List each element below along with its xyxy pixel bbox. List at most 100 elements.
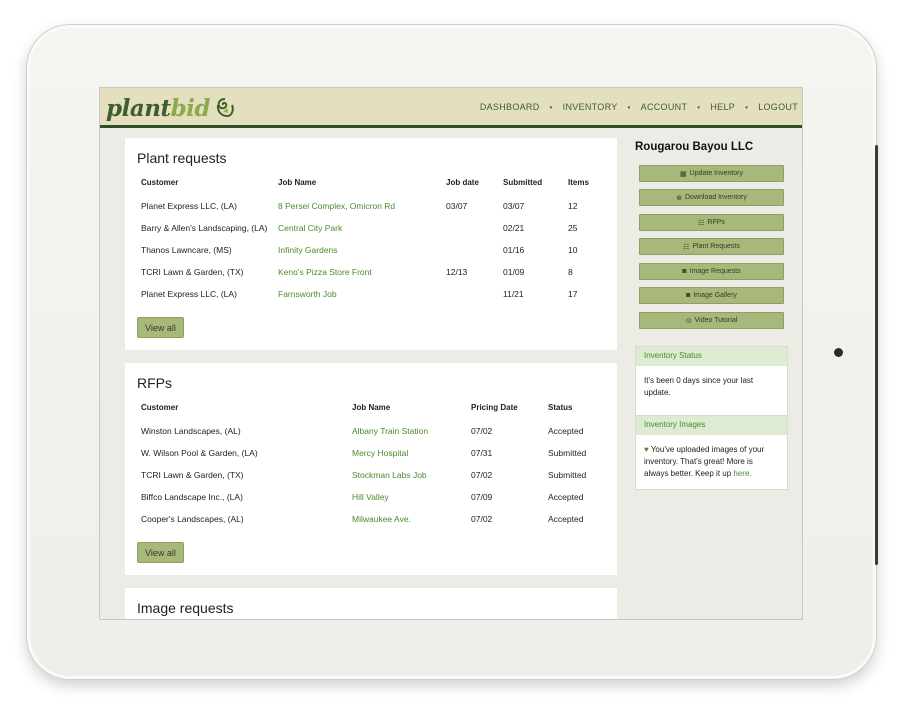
image-gallery-button[interactable]: ◙ Image Gallery xyxy=(639,287,784,304)
job-link[interactable]: Stockman Labs Job xyxy=(352,470,427,480)
pricing-date-cell: 07/02 xyxy=(471,514,493,524)
items-cell: 8 xyxy=(568,267,573,277)
status-cell: Accepted xyxy=(548,492,584,502)
image-requests-button[interactable]: ◙ Image Requests xyxy=(639,263,784,280)
customer-cell: W. Wilson Pool & Garden, (LA) xyxy=(141,448,258,458)
col-customer: Customer xyxy=(141,178,179,187)
heart-icon: ♥ xyxy=(644,445,649,454)
pricing-date-cell: 07/02 xyxy=(471,470,493,480)
rfps-title: RFPs xyxy=(137,375,172,391)
job-date-cell: 12/13 xyxy=(446,267,468,277)
nav-separator: • xyxy=(697,102,701,112)
job-link[interactable]: Milwaukee Ave. xyxy=(352,514,411,524)
job-link[interactable]: 8 Persei Complex, Omicron Rd xyxy=(278,201,395,211)
job-link[interactable]: Mercy Hospital xyxy=(352,448,408,458)
button-label: Update Inventory xyxy=(689,170,743,177)
job-link[interactable]: Farnsworth Job xyxy=(278,289,337,299)
items-cell: 12 xyxy=(568,201,578,211)
plant-requests-button[interactable]: ☷ Plant Requests xyxy=(639,238,784,255)
rose-logo-icon xyxy=(216,98,234,118)
customer-cell: Planet Express LLC, (LA) xyxy=(141,201,237,211)
status-cell: Submitted xyxy=(548,470,587,480)
logo-bid-text: bid xyxy=(170,94,211,122)
home-button[interactable] xyxy=(834,348,843,357)
customer-cell: Planet Express LLC, (LA) xyxy=(141,289,237,299)
download-circle-icon: ⊕ xyxy=(676,194,682,202)
tablet-edge xyxy=(875,145,878,565)
customer-cell: TCRI Lawn & Garden, (TX) xyxy=(141,470,244,480)
nav-logout[interactable]: LOGOUT xyxy=(758,102,798,112)
customer-cell: Thanos Lawncare, (MS) xyxy=(141,245,232,255)
plant-requests-panel: Plant requests Customer Job Name Job dat… xyxy=(125,138,617,350)
camera-icon: ◙ xyxy=(686,292,691,299)
inventory-status-title: Inventory Status xyxy=(636,347,787,366)
plant-requests-view-all-button[interactable]: View all xyxy=(137,317,184,338)
pricing-date-cell: 07/02 xyxy=(471,426,493,436)
nav-separator: • xyxy=(549,102,553,112)
submitted-cell: 11/21 xyxy=(503,289,524,299)
plant-requests-title: Plant requests xyxy=(137,150,227,166)
inventory-images-body: ♥ You've uploaded images of your invento… xyxy=(636,435,787,489)
col-submitted: Submitted xyxy=(503,178,543,187)
image-requests-panel: Image requests xyxy=(125,588,617,619)
play-circle-icon: ⊙ xyxy=(685,317,692,325)
job-link[interactable]: Central City Park xyxy=(278,223,342,233)
nav-separator: • xyxy=(627,102,631,112)
submitted-cell: 02/21 xyxy=(503,223,525,233)
camera-icon: ◙ xyxy=(682,268,687,275)
status-cell: Submitted xyxy=(548,448,587,458)
col-job-name: Job Name xyxy=(352,403,391,412)
customer-cell: Biffco Landscape Inc., (LA) xyxy=(141,492,243,502)
button-label: Download Inventory xyxy=(685,194,747,201)
rfps-panel: RFPs Customer Job Name Pricing Date Stat… xyxy=(125,363,617,575)
company-name: Rougarou Bayou LLC xyxy=(635,141,754,153)
video-tutorial-button[interactable]: ⊙ Video Tutorial xyxy=(639,312,784,329)
inventory-status-text: It's been 0 days since your last update. xyxy=(644,376,754,397)
rfps-button[interactable]: ☷ RFPs xyxy=(639,214,784,231)
main-nav: DASHBOARD • INVENTORY • ACCOUNT • HELP •… xyxy=(480,102,798,112)
col-status: Status xyxy=(548,403,573,412)
status-cell: Accepted xyxy=(548,426,584,436)
items-cell: 25 xyxy=(568,223,578,233)
nav-account[interactable]: ACCOUNT xyxy=(641,102,688,112)
nav-separator: • xyxy=(745,102,749,112)
update-inventory-button[interactable]: ▦ Update Inventory xyxy=(639,165,784,182)
col-customer: Customer xyxy=(141,403,179,412)
job-link[interactable]: Infinity Gardens xyxy=(278,245,338,255)
pricing-date-cell: 07/31 xyxy=(471,448,493,458)
top-bar: plantbid DASHBOARD • INVENTORY • ACCOUNT… xyxy=(100,88,802,128)
rfps-view-all-button[interactable]: View all xyxy=(137,542,184,563)
job-link[interactable]: Keno's Pizza Store Front xyxy=(278,267,372,277)
customer-cell: Barry & Allen's Landscaping, (LA) xyxy=(141,223,268,233)
button-label: Plant Requests xyxy=(692,243,740,250)
image-requests-title: Image requests xyxy=(137,600,234,616)
customer-cell: Cooper's Landscapes, (AL) xyxy=(141,514,244,524)
download-inventory-button[interactable]: ⊕ Download Inventory xyxy=(639,189,784,206)
submitted-cell: 03/07 xyxy=(503,201,525,211)
list-icon: ☷ xyxy=(698,219,705,227)
job-link[interactable]: Albany Train Station xyxy=(352,426,428,436)
button-label: Image Gallery xyxy=(693,292,737,299)
list-icon: ☷ xyxy=(683,243,690,251)
logo-plant-text: plant xyxy=(106,94,171,122)
inventory-images-box: Inventory Images ♥ You've uploaded image… xyxy=(635,415,788,490)
nav-inventory[interactable]: INVENTORY xyxy=(563,102,618,112)
col-job-date: Job date xyxy=(446,178,479,187)
col-items: Items xyxy=(568,178,589,187)
button-label: Image Requests xyxy=(689,268,741,275)
customer-cell: TCRI Lawn & Garden, (TX) xyxy=(141,267,244,277)
items-cell: 17 xyxy=(568,289,578,299)
customer-cell: Winston Landscapes, (AL) xyxy=(141,426,241,436)
job-link[interactable]: Hill Valley xyxy=(352,492,389,502)
inventory-images-link[interactable]: here. xyxy=(733,469,751,478)
app-screen: plantbid DASHBOARD • INVENTORY • ACCOUNT… xyxy=(99,87,803,620)
submitted-cell: 01/16 xyxy=(503,245,525,255)
nav-dashboard[interactable]: DASHBOARD xyxy=(480,102,540,112)
submitted-cell: 01/09 xyxy=(503,267,525,277)
plantbid-logo[interactable]: plantbid xyxy=(106,93,236,123)
nav-help[interactable]: HELP xyxy=(710,102,735,112)
inventory-status-box: Inventory Status It's been 0 days since … xyxy=(635,346,788,417)
job-date-cell: 03/07 xyxy=(446,201,468,211)
pricing-date-cell: 07/09 xyxy=(471,492,493,502)
inventory-images-title: Inventory Images xyxy=(636,416,787,435)
